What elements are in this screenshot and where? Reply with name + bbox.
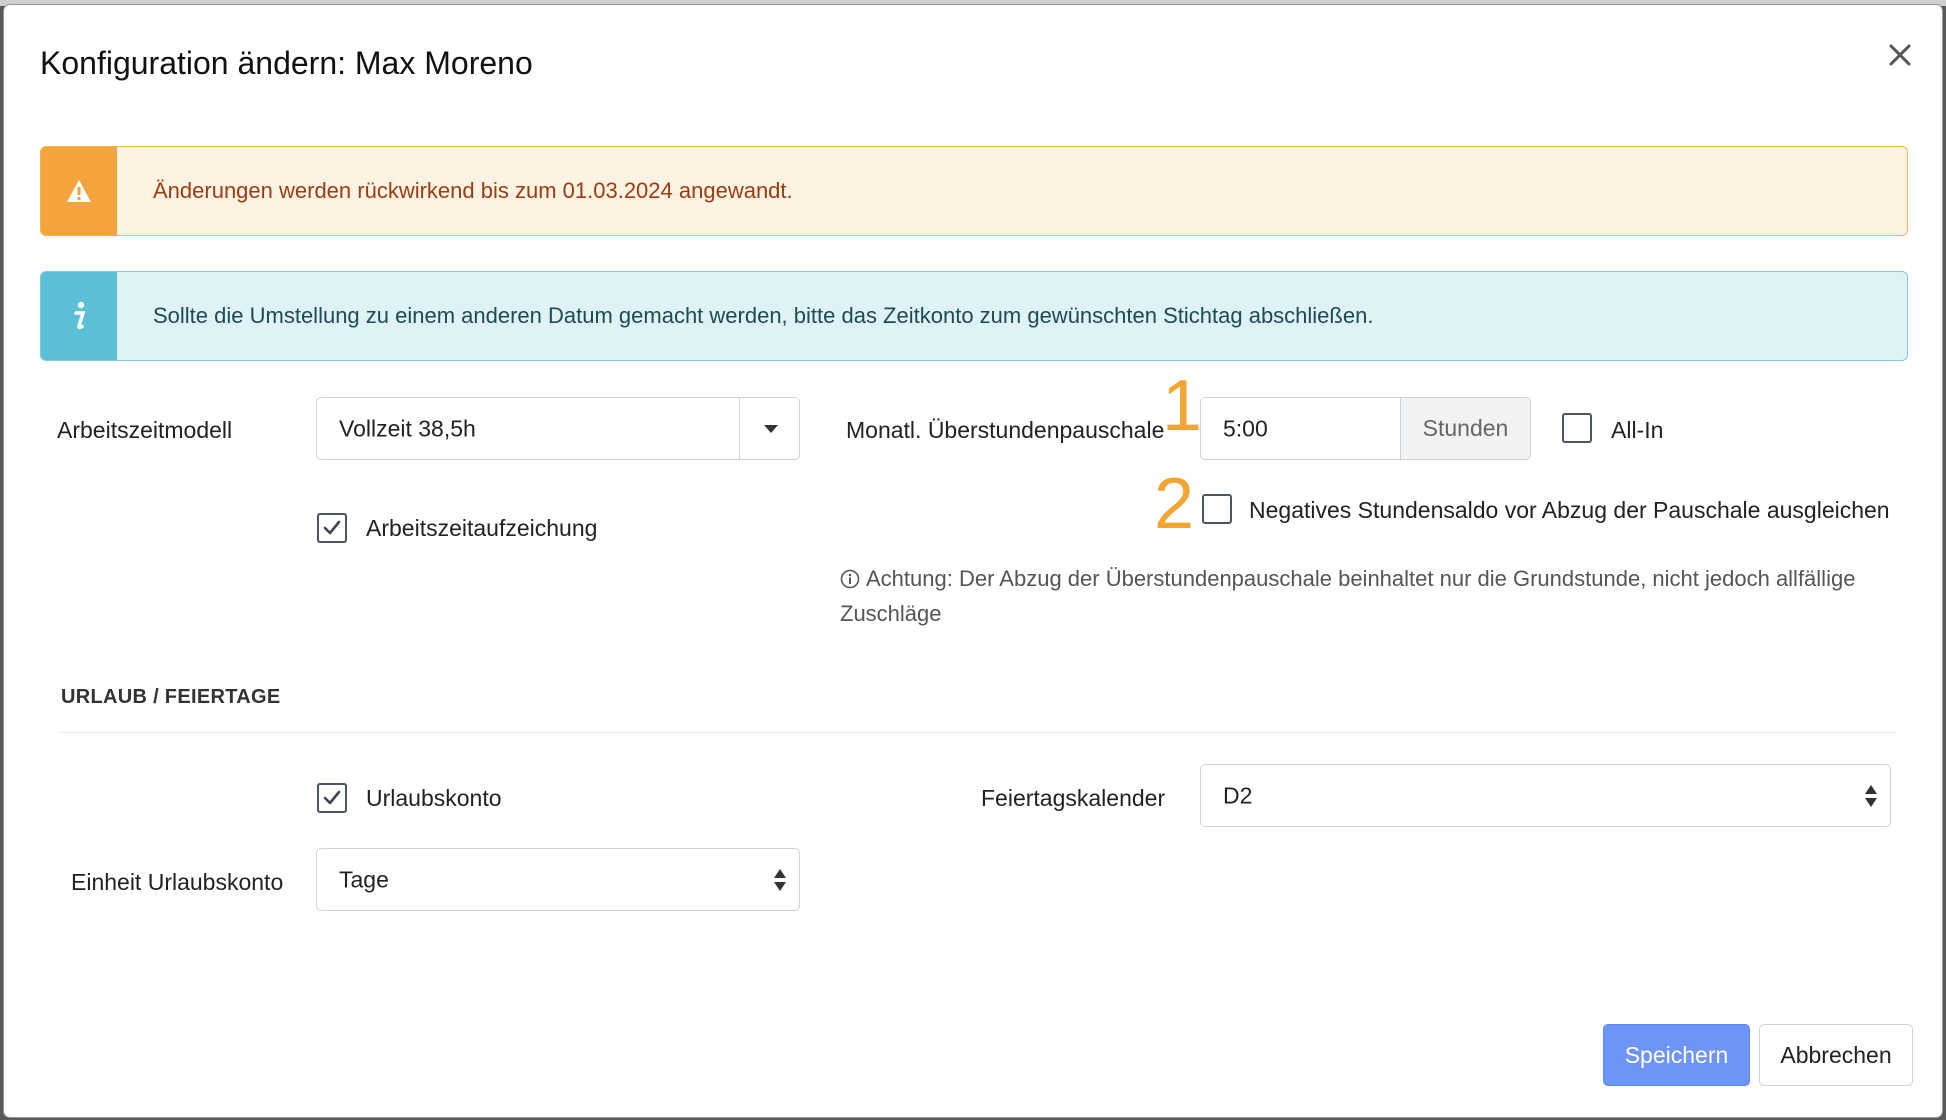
annotation-two: 2 [1154, 464, 1195, 544]
work-model-value: Vollzeit 38,5h [339, 415, 476, 441]
holiday-calendar-value: D2 [1223, 782, 1253, 808]
close-icon [1889, 44, 1911, 66]
vacation-section-title: URLAUB / FEIERTAGE [61, 686, 281, 708]
overtime-label: Monatl. Überstundenpauschale [846, 417, 1165, 443]
chevron-down-icon [764, 424, 778, 433]
negative-balance-label: Negatives Stundensaldo vor Abzug der Pau… [1249, 497, 1890, 523]
warning-alert: Änderungen werden rückwirkend bis zum 01… [40, 146, 1908, 236]
recording-checkbox[interactable] [317, 513, 347, 543]
overtime-hint-text: Achtung: Der Abzug der Überstundenpausch… [840, 566, 1856, 626]
dialog-title: Konfiguration ändern: Max Moreno [40, 45, 533, 81]
info-circle-icon [840, 569, 860, 589]
allin-label: All-In [1611, 417, 1664, 443]
sort-arrows-icon [774, 868, 786, 891]
overtime-hint: Achtung: Der Abzug der Überstundenpausch… [840, 561, 1900, 631]
warning-text: Änderungen werden rückwirkend bis zum 01… [153, 178, 793, 203]
sort-arrows-icon [1865, 784, 1877, 807]
vacation-account-label: Urlaubskonto [366, 785, 502, 811]
vacation-account-checkbox[interactable] [317, 783, 347, 813]
warning-icon [41, 147, 117, 235]
negative-balance-checkbox[interactable] [1202, 494, 1232, 524]
overtime-unit: Stunden [1401, 397, 1531, 460]
holiday-calendar-select[interactable]: D2 [1200, 764, 1891, 827]
checkmark-icon [323, 790, 341, 805]
info-alert: Sollte die Umstellung zu einem anderen D… [40, 271, 1908, 361]
overtime-value: 5:00 [1223, 415, 1268, 441]
holiday-calendar-label: Feiertagskalender [981, 785, 1166, 811]
recording-label: Arbeitszeitaufzeichung [366, 515, 598, 541]
work-model-select[interactable]: Vollzeit 38,5h [316, 397, 800, 460]
overtime-input[interactable]: 5:00 [1200, 397, 1401, 460]
close-button[interactable] [1880, 35, 1920, 75]
checkmark-icon [323, 520, 341, 535]
section-divider [61, 732, 1895, 733]
save-button[interactable]: Speichern [1603, 1024, 1750, 1086]
vacation-unit-label: Einheit Urlaubskonto [71, 869, 284, 895]
info-icon [41, 272, 117, 360]
config-dialog: Konfiguration ändern: Max Moreno Änderun… [4, 5, 1942, 1117]
vacation-unit-select[interactable]: Tage [316, 848, 800, 911]
cancel-button[interactable]: Abbrechen [1759, 1024, 1913, 1086]
vacation-unit-value: Tage [339, 866, 389, 892]
work-model-label: Arbeitszeitmodell [57, 417, 233, 443]
info-text: Sollte die Umstellung zu einem anderen D… [153, 303, 1374, 328]
allin-checkbox[interactable] [1562, 413, 1592, 443]
annotation-one: 1 [1162, 366, 1203, 446]
